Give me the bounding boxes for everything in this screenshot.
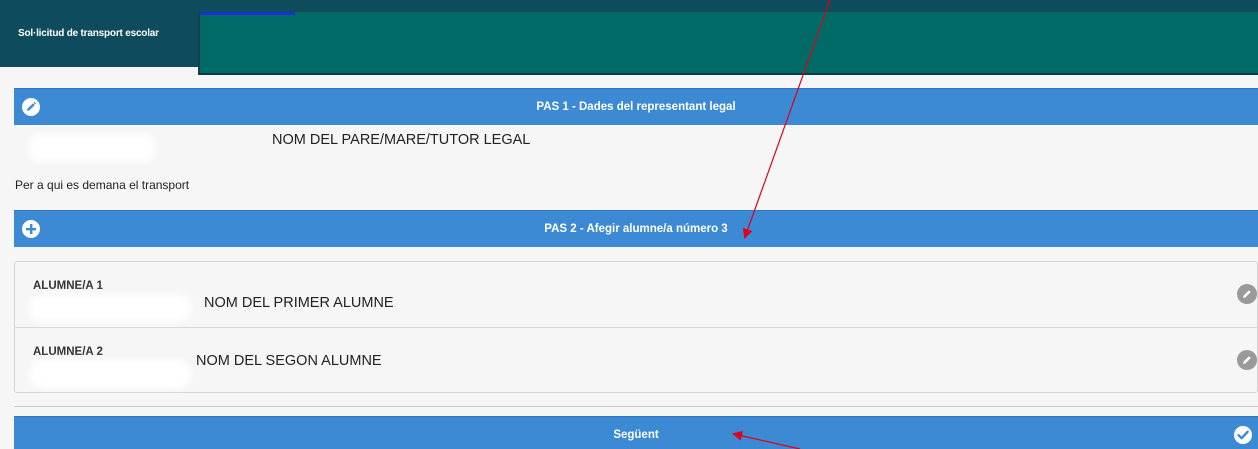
add-student-bar[interactable]: PAS 2 - Afegir alumne/a número 3 (14, 210, 1258, 247)
app-title: Sol·licitud de transport escolar (18, 28, 159, 39)
redacted-field (34, 140, 150, 156)
student-list: ALUMNE/A 1 NOM DEL PRIMER ALUMNE ALUMNE/… (14, 261, 1258, 393)
student-label: ALUMNE/A 1 (33, 280, 103, 292)
check-icon (1234, 426, 1252, 444)
edit-pencil-icon[interactable] (1237, 350, 1257, 370)
next-button-label: Següent (613, 429, 659, 441)
plus-icon (22, 220, 40, 238)
redacted-field (35, 300, 185, 316)
step1-title: PAS 1 - Dades del representant legal (536, 101, 736, 113)
list-item[interactable]: ALUMNE/A 1 NOM DEL PRIMER ALUMNE (15, 262, 1257, 328)
student-name: NOM DEL SEGON ALUMNE (196, 353, 382, 369)
divider (14, 406, 1258, 407)
redacted-field (35, 366, 185, 382)
redaction-edge (200, 12, 295, 15)
next-button[interactable]: Següent (14, 416, 1258, 449)
guardian-name: NOM DEL PARE/MARE/TUTOR LEGAL (272, 132, 531, 148)
list-item[interactable]: ALUMNE/A 2 NOM DEL SEGON ALUMNE (15, 328, 1257, 394)
redaction-overlay (198, 12, 1258, 75)
request-for-label: Per a qui es demana el transport (15, 178, 190, 192)
step1-header[interactable]: PAS 1 - Dades del representant legal (14, 88, 1258, 125)
edit-pencil-icon[interactable] (1237, 284, 1257, 304)
student-label: ALUMNE/A 2 (33, 346, 103, 358)
pencil-icon (22, 98, 40, 116)
student-name: NOM DEL PRIMER ALUMNE (204, 295, 394, 311)
step2-title: PAS 2 - Afegir alumne/a número 3 (544, 223, 728, 235)
